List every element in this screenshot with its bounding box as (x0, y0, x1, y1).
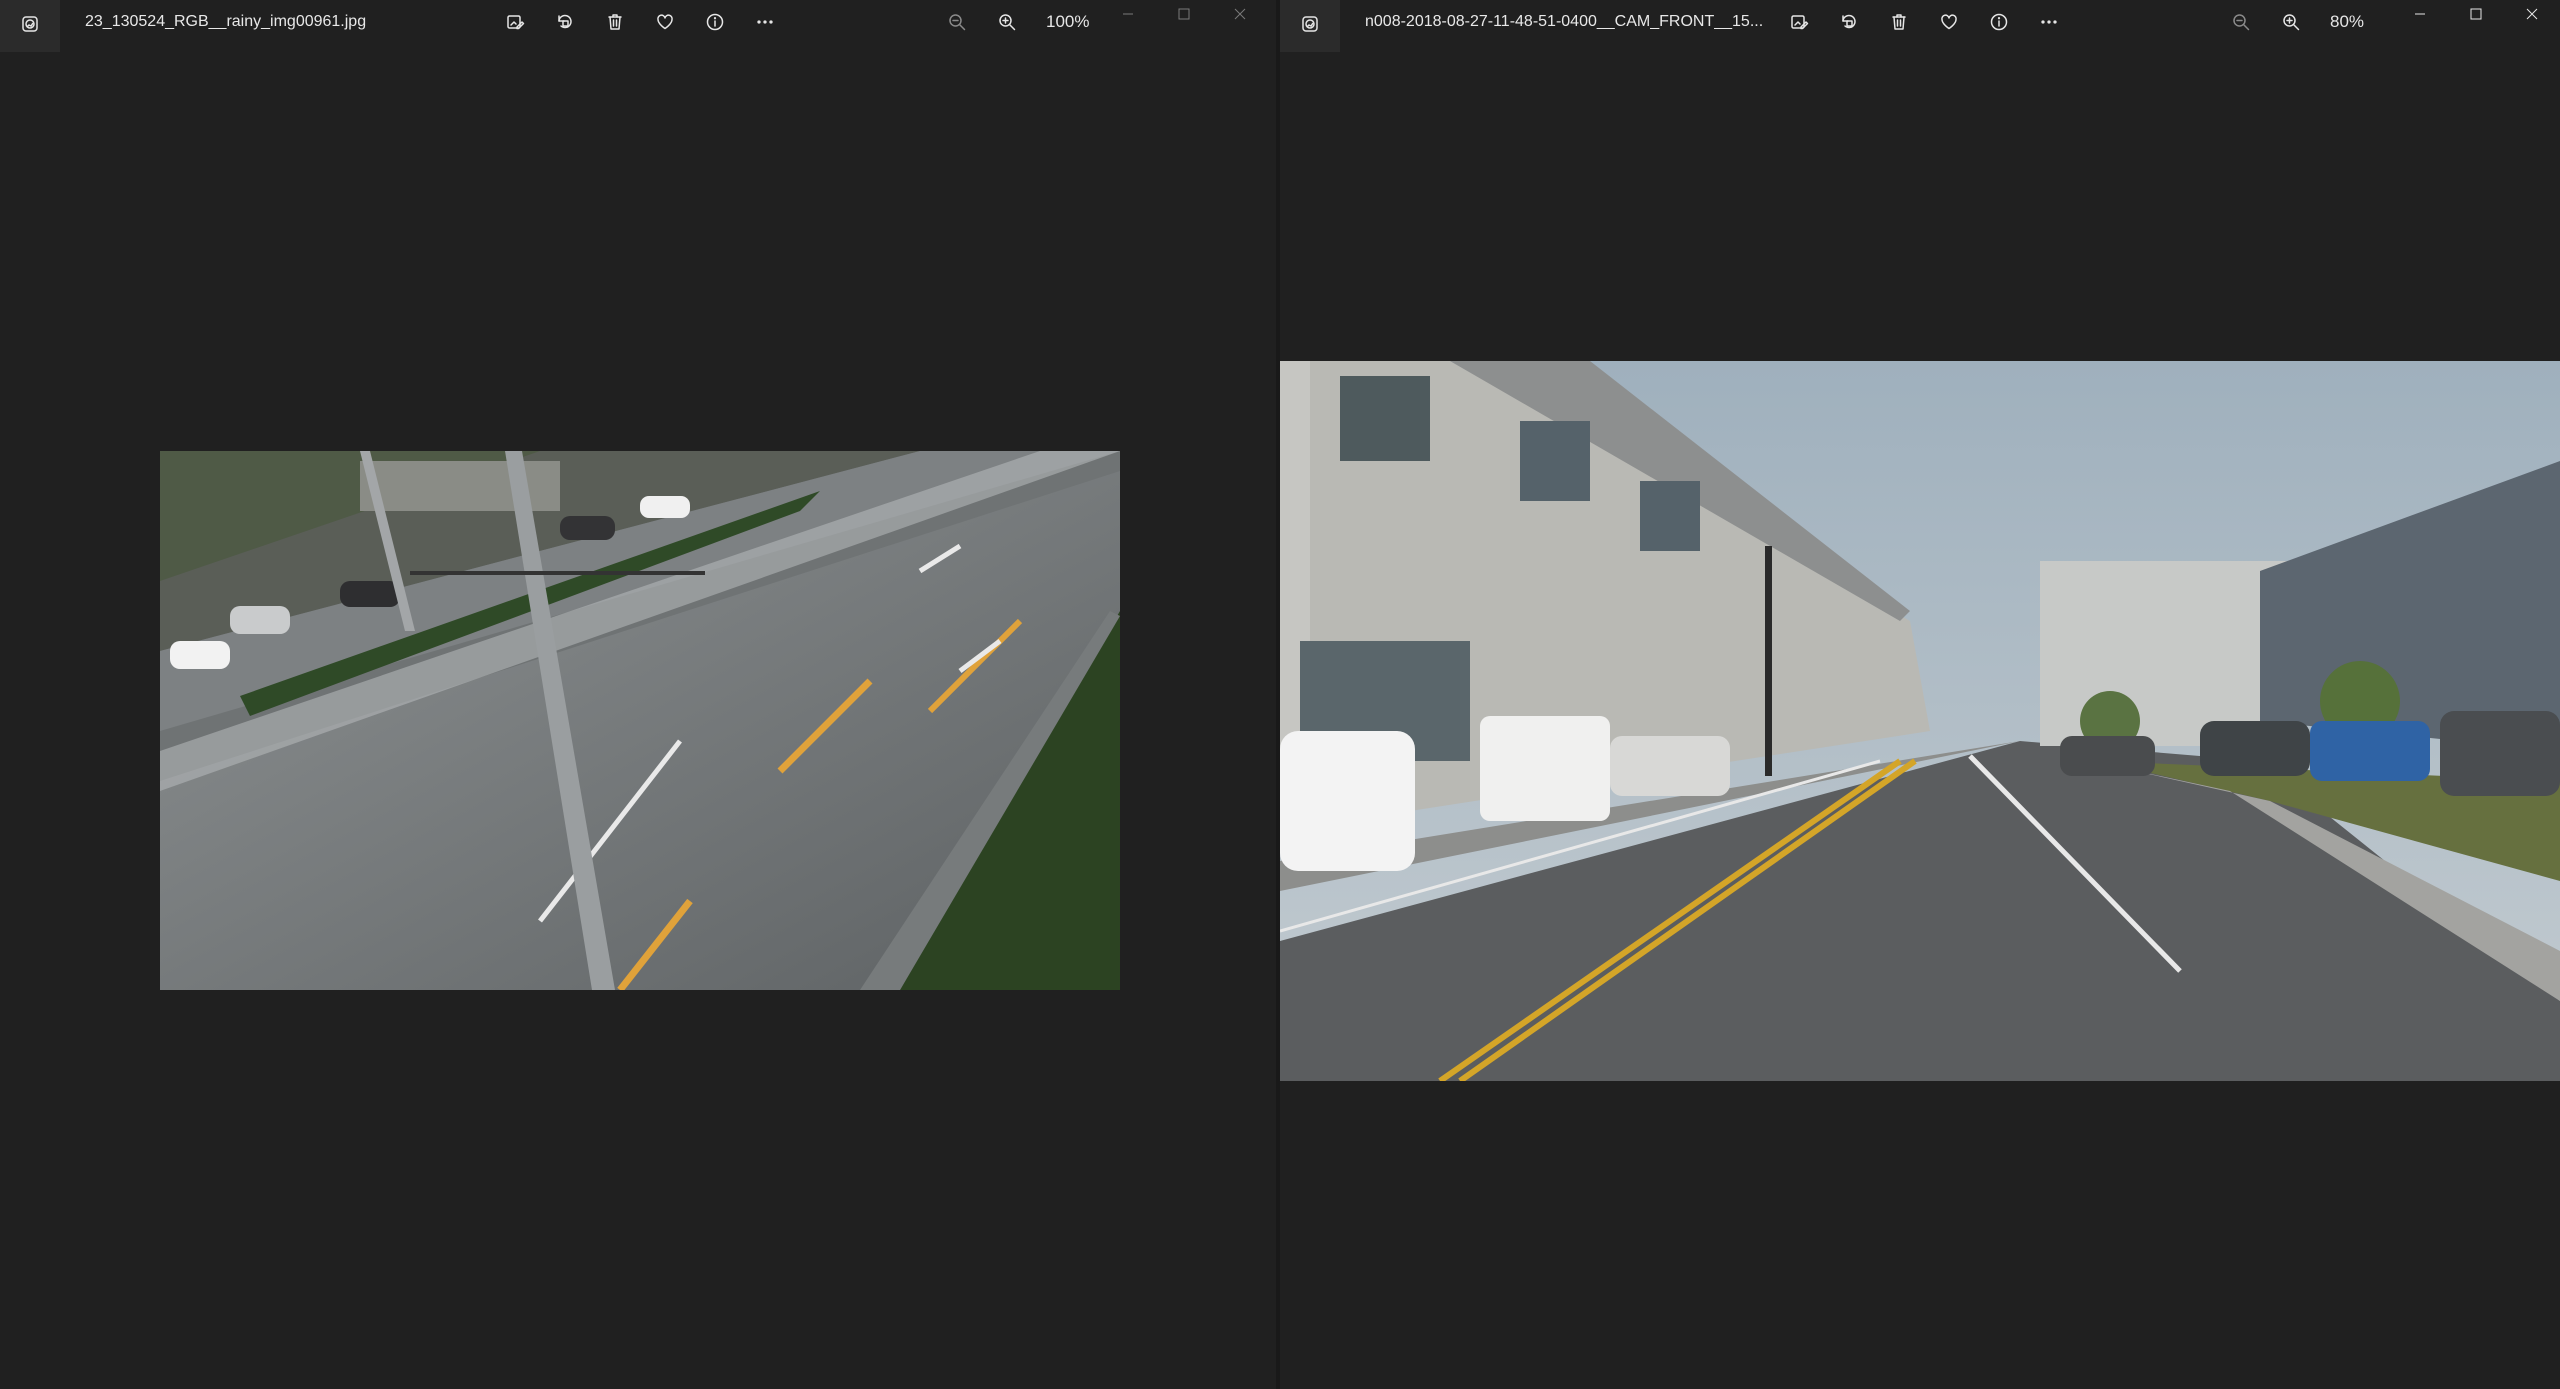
minimize-icon (1123, 13, 1133, 15)
close-icon (2526, 8, 2538, 20)
image-toolbar (1774, 0, 2074, 44)
more-options-icon (757, 20, 773, 24)
minimize-icon (2415, 13, 2425, 15)
zoom-out-icon (2233, 14, 2250, 31)
maximize-button[interactable] (2448, 0, 2504, 28)
edit-image-button[interactable] (1774, 0, 1824, 44)
edit-image-icon (507, 15, 525, 30)
zoom-in-button[interactable] (2266, 0, 2316, 44)
file-name: n008-2018-08-27-11-48-51-0400__CAM_FRONT… (1365, 13, 1764, 30)
window-controls (2392, 0, 2560, 28)
maximize-button[interactable] (1156, 0, 1212, 28)
zoom-out-button[interactable] (2216, 0, 2266, 44)
photos-app-icon (1300, 14, 1320, 39)
zoom-in-button[interactable] (982, 0, 1032, 44)
zoom-in-icon (999, 14, 1016, 31)
delete-button[interactable] (590, 0, 640, 44)
delete-button[interactable] (1874, 0, 1924, 44)
more-options-button[interactable] (2024, 0, 2074, 44)
close-button[interactable] (2504, 0, 2560, 28)
info-button[interactable] (690, 0, 740, 44)
photos-app-icon (20, 14, 40, 39)
image-toolbar (490, 0, 790, 44)
rotate-icon (558, 14, 572, 29)
delete-icon (608, 14, 622, 30)
rotate-icon (1842, 14, 1856, 29)
photos-app-button[interactable] (1280, 0, 1340, 52)
favorite-heart-icon (657, 14, 673, 30)
photo-viewer-window-left: 23_130524_RGB__rainy_img00961.jpg 100% (0, 0, 1276, 1389)
delete-icon (1892, 14, 1906, 30)
titlebar: n008-2018-08-27-11-48-51-0400__CAM_FRONT… (1280, 0, 2560, 52)
file-name: 23_130524_RGB__rainy_img00961.jpg (85, 13, 367, 30)
zoom-controls: 80% (2216, 0, 2386, 44)
rotate-button[interactable] (1824, 0, 1874, 44)
favorite-heart-icon (1941, 14, 1957, 30)
maximize-icon (2470, 8, 2482, 20)
info-button[interactable] (1974, 0, 2024, 44)
rotate-button[interactable] (540, 0, 590, 44)
more-options-icon (2041, 20, 2057, 24)
photos-app-button[interactable] (0, 0, 60, 52)
window-controls (1100, 0, 1268, 28)
zoom-level[interactable]: 100% (1032, 12, 1102, 32)
minimize-button[interactable] (1100, 0, 1156, 28)
rainy-road-photo (160, 451, 1120, 990)
titlebar: 23_130524_RGB__rainy_img00961.jpg 100% (0, 0, 1276, 52)
zoom-level[interactable]: 80% (2316, 12, 2386, 32)
zoom-out-icon (949, 14, 966, 31)
minimize-button[interactable] (2392, 0, 2448, 28)
favorite-button[interactable] (1924, 0, 1974, 44)
edit-image-button[interactable] (490, 0, 540, 44)
info-icon (1990, 13, 2008, 31)
close-icon (1234, 8, 1246, 20)
zoom-controls: 100% (932, 0, 1102, 44)
zoom-out-button[interactable] (932, 0, 982, 44)
info-icon (706, 13, 724, 31)
favorite-button[interactable] (640, 0, 690, 44)
maximize-icon (1178, 8, 1190, 20)
edit-image-icon (1791, 15, 1809, 30)
zoom-in-icon (2283, 14, 2300, 31)
street-camera-photo (1280, 361, 2560, 1081)
photo-viewer-window-right: n008-2018-08-27-11-48-51-0400__CAM_FRONT… (1280, 0, 2560, 1389)
more-options-button[interactable] (740, 0, 790, 44)
close-button[interactable] (1212, 0, 1268, 28)
